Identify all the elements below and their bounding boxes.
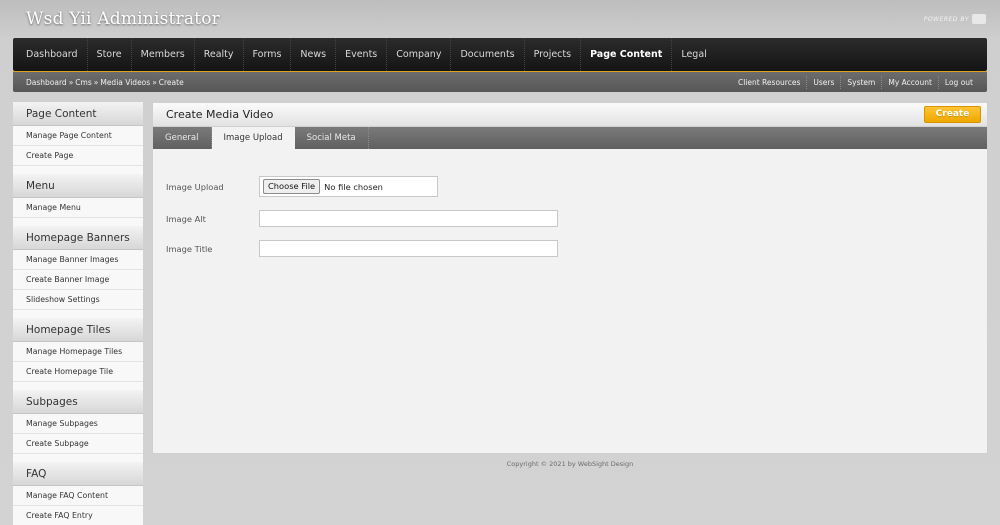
breadcrumb-item-dashboard[interactable]: Dashboard [26,78,67,87]
sidebar-link-slideshow-settings[interactable]: Slideshow Settings [13,290,143,310]
nav-item-projects[interactable]: Projects [525,38,582,71]
sidebar-link-create-page[interactable]: Create Page [13,146,143,166]
nav-item-page-content[interactable]: Page Content [581,38,673,71]
page-title: Create Media Video [166,108,274,121]
util-link-log-out[interactable]: Log out [937,75,987,89]
nav-item-dashboard[interactable]: Dashboard [17,38,88,71]
sidebar-section-menu: Menu [13,174,143,198]
nav-item-news[interactable]: News [291,38,337,71]
tab-image-upload[interactable]: Image Upload [211,127,295,149]
util-link-users[interactable]: Users [806,75,840,89]
breadcrumb-item-cms[interactable]: Cms [75,78,91,87]
panel-header: Create Media Video Create [153,103,987,127]
nav-item-members[interactable]: Members [132,38,195,71]
sub-bar: Dashboard» Cms» Media Videos» Create Client… [13,71,987,92]
breadcrumb-separator: » [68,77,74,87]
image-upload-row: Image Upload Choose File No file chosen [166,176,987,197]
nav-item-store[interactable]: Store [88,38,132,71]
sidebar-section-homepage-banners: Homepage Banners [13,226,143,250]
sidebar-link-create-faq-entry[interactable]: Create FAQ Entry [13,506,143,525]
image-upload-field[interactable]: Choose File No file chosen [259,176,438,197]
util-link-my-account[interactable]: My Account [881,75,938,89]
nav-item-documents[interactable]: Documents [451,38,525,71]
sidebar-link-manage-subpages[interactable]: Manage Subpages [13,414,143,434]
nav-item-company[interactable]: Company [387,38,452,71]
image-title-input[interactable] [259,240,558,257]
sidebar-link-create-banner-image[interactable]: Create Banner Image [13,270,143,290]
breadcrumb-separator: » [152,77,157,87]
sidebar-link-manage-menu[interactable]: Manage Menu [13,198,143,218]
nav-item-forms[interactable]: Forms [244,38,292,71]
create-button[interactable]: Create [924,106,981,123]
sidebar-spacer [13,382,143,390]
breadcrumb-item-media-videos[interactable]: Media Videos [100,78,150,87]
image-title-row: Image Title [166,240,987,257]
sidebar-link-manage-homepage-tiles[interactable]: Manage Homepage Tiles [13,342,143,362]
app-title: Wsd Yii Administrator [26,9,220,29]
utility-nav: Client Resources Users System My Account Log… [732,72,987,93]
sidebar-link-manage-faq-content[interactable]: Manage FAQ Content [13,486,143,506]
sidebar-link-manage-page-content[interactable]: Manage Page Content [13,126,143,146]
file-status-text: No file chosen [324,181,383,192]
sidebar-section-subpages: Subpages [13,390,143,414]
breadcrumb-item-create: Create [158,77,184,87]
breadcrumb-separator: » [93,77,99,87]
tab-bar: General Image Upload Social Meta [153,127,987,149]
nav-item-events[interactable]: Events [336,38,388,71]
sidebar: Page Content Manage Page Content Create Pa… [13,102,143,525]
image-upload-label: Image Upload [166,181,224,192]
image-title-label: Image Title [166,243,213,254]
image-alt-row: Image Alt [166,210,987,227]
nav-item-legal[interactable]: Legal [672,38,715,71]
util-link-client-resources[interactable]: Client Resources [732,76,806,89]
nav-item-realty[interactable]: Realty [195,38,244,71]
sidebar-link-create-subpage[interactable]: Create Subpage [13,434,143,454]
sidebar-link-create-homepage-tile[interactable]: Create Homepage Tile [13,362,143,382]
sidebar-section-page-content: Page Content [13,102,143,126]
sidebar-spacer [13,218,143,226]
choose-file-button[interactable]: Choose File [263,179,321,194]
sidebar-spacer [13,166,143,174]
sidebar-spacer [13,454,143,462]
sidebar-link-manage-banner-images[interactable]: Manage Banner Images [13,250,143,270]
tab-social-meta[interactable]: Social Meta [295,127,369,149]
tab-general[interactable]: General [153,127,212,149]
vendor-logo-icon [972,14,986,24]
powered-by: POWERED BY [924,14,986,24]
powered-by-text: POWERED BY [923,15,969,23]
image-alt-label: Image Alt [166,213,206,224]
main-nav: Dashboard Store Members Realty Forms News Even… [13,38,987,71]
sidebar-section-homepage-tiles: Homepage Tiles [13,318,143,342]
image-alt-input[interactable] [259,210,558,227]
util-link-system[interactable]: System [840,75,881,89]
sidebar-section-faq: FAQ [13,462,143,486]
content-panel: Create Media Video Create General Image U… [152,102,988,454]
footer-copyright: Copyright © 2021 by WebSight Design [506,460,634,468]
breadcrumb: Dashboard» Cms» Media Videos» Create [13,78,184,87]
sidebar-spacer [13,310,143,318]
image-upload-form: Image Upload Choose File No file chosen … [153,149,987,257]
